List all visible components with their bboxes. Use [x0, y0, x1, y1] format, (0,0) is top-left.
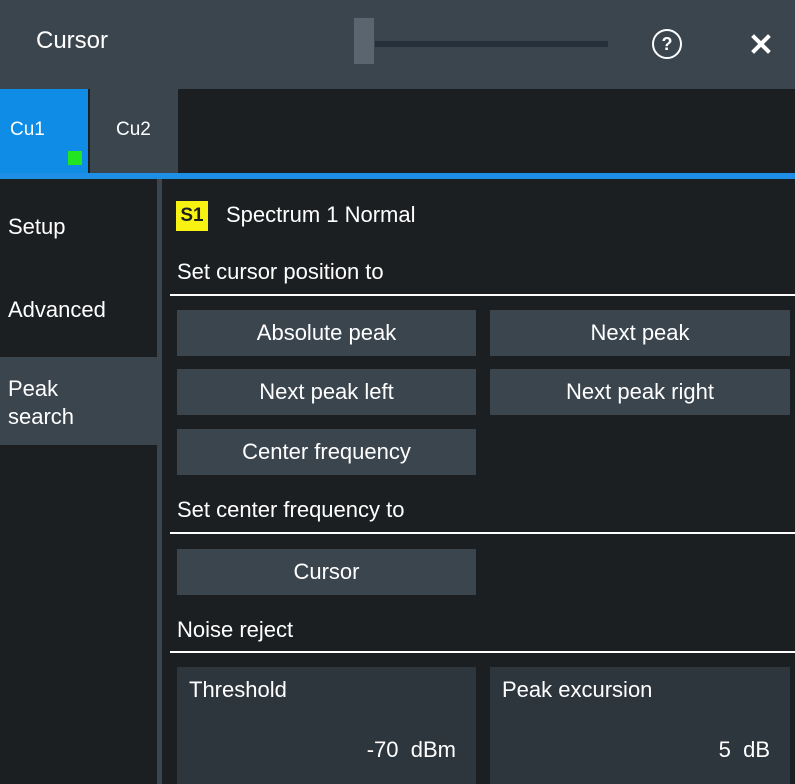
window-title: Cursor [36, 27, 109, 54]
section-heading-cursor-position: Set cursor position to [177, 259, 384, 284]
next-peak-left-button[interactable]: Next peak left [177, 369, 476, 415]
sidebar-label-line: search [8, 404, 75, 429]
tab-cu1[interactable]: Cu1 [0, 89, 88, 173]
peak-excursion-label: Peak excursion [502, 677, 653, 702]
cursor-active-indicator [68, 151, 82, 165]
source-name: Spectrum 1 Normal [226, 202, 416, 227]
sidebar-item-advanced[interactable]: Advanced [0, 269, 157, 357]
next-peak-right-button[interactable]: Next peak right [490, 369, 790, 415]
section-heading-noise-reject: Noise reject [177, 617, 294, 642]
threshold-label: Threshold [189, 677, 287, 702]
sidebar-item-label: Peak search [8, 375, 74, 431]
sidebar-item-peak-search[interactable]: Peak search [0, 357, 157, 445]
next-peak-button[interactable]: Next peak [490, 310, 790, 356]
peak-excursion-field[interactable]: Peak excursion 5 dB [490, 667, 790, 784]
section-divider [170, 294, 795, 296]
transparency-slider-handle[interactable] [354, 18, 374, 64]
sidebar-item-setup[interactable]: Setup [0, 179, 157, 269]
help-circle-icon[interactable]: ? [652, 29, 682, 59]
threshold-value: -70 dBm [366, 737, 456, 762]
section-heading-center-frequency: Set center frequency to [177, 497, 405, 522]
center-frequency-button[interactable]: Center frequency [177, 429, 476, 475]
tab-label: Cu2 [116, 119, 151, 140]
source-badge: S1 [176, 201, 208, 231]
threshold-field[interactable]: Threshold -70 dBm [177, 667, 476, 784]
sidebar-item-label: Advanced [8, 297, 106, 322]
set-center-to-cursor-button[interactable]: Cursor [177, 549, 476, 595]
transparency-slider-track[interactable] [375, 41, 608, 47]
section-divider [170, 532, 795, 534]
peak-excursion-value: 5 dB [718, 737, 770, 762]
section-divider [170, 651, 795, 653]
close-icon[interactable] [746, 29, 776, 59]
tab-label: Cu1 [10, 119, 45, 140]
absolute-peak-button[interactable]: Absolute peak [177, 310, 476, 356]
tab-cu2[interactable]: Cu2 [90, 89, 178, 173]
sidebar-item-label: Setup [8, 214, 66, 239]
sidebar-label-line: Peak [8, 376, 59, 401]
